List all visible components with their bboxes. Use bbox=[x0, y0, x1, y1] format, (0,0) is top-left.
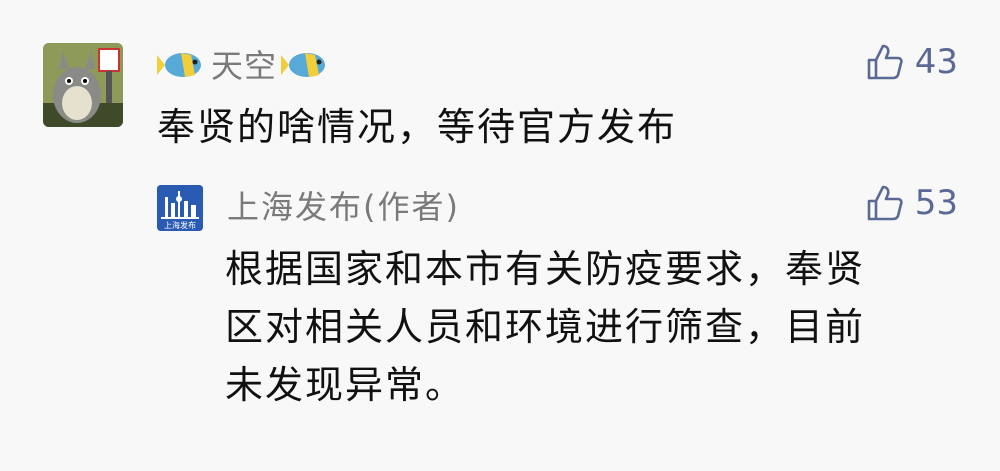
reply-text-line: 未发现异常。 bbox=[225, 363, 466, 407]
reply-text-line: 区对相关人员和环境进行筛查，目前 bbox=[225, 305, 866, 349]
totoro-avatar-icon bbox=[43, 43, 123, 127]
reply-like-button[interactable]: 53 bbox=[865, 183, 958, 223]
comment-text: 奉贤的啥情况，等待官方发布 bbox=[157, 105, 678, 149]
logo-text: 上海发布 bbox=[164, 220, 196, 230]
comment-like-count: 43 bbox=[914, 42, 958, 82]
shanghai-skyline-logo-icon: 上海发布 bbox=[157, 185, 203, 231]
reply-text: 根据国家和本市有关防疫要求，奉贤 区对相关人员和环境进行筛查，目前 未发现异常。 bbox=[225, 240, 965, 414]
thumbs-up-icon bbox=[867, 185, 903, 221]
tropical-fish-icon bbox=[281, 53, 326, 77]
reply-text-line: 根据国家和本市有关防疫要求，奉贤 bbox=[225, 247, 866, 291]
reply-author-logo[interactable]: 上海发布 bbox=[157, 185, 203, 231]
reply-author-name[interactable]: 上海发布(作者) bbox=[227, 184, 460, 230]
comment-like-button[interactable]: 43 bbox=[865, 42, 958, 82]
commenter-avatar[interactable] bbox=[43, 43, 123, 127]
thumbs-up-icon bbox=[867, 44, 903, 80]
reply-like-count: 53 bbox=[914, 183, 958, 223]
tropical-fish-icon bbox=[157, 53, 201, 77]
commenter-name-row: 天空 bbox=[157, 41, 331, 87]
commenter-name[interactable]: 天空 bbox=[211, 41, 277, 87]
